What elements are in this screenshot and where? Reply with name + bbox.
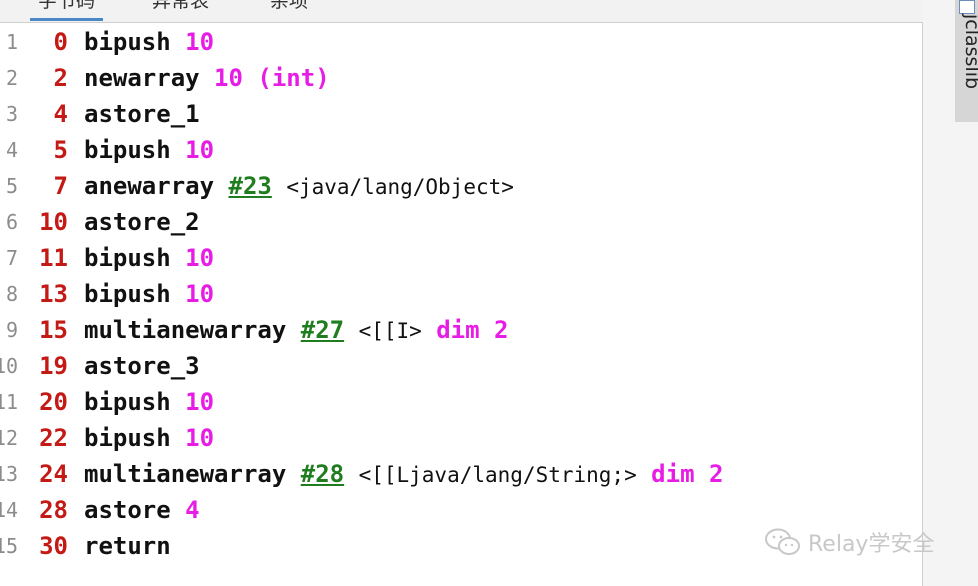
operand-value: 10 [185,136,215,164]
line-number: 8 [5,282,18,306]
bytecode-offset: 15 [39,316,68,344]
watermark-text: Relay学安全 [808,532,935,557]
opcode: bipush [84,28,171,56]
opcode: astore_3 [84,352,200,380]
bytecode-offset: 22 [39,424,68,452]
bytecode-offset: 28 [39,496,68,524]
type-comment: <[[Ljava/lang/String;> [358,463,637,487]
line-number: 6 [5,210,18,234]
opcode: return [84,532,171,560]
line-number: 9 [5,318,18,342]
watermark: Relay学安全 [764,525,934,559]
bytecode-offset: 10 [39,208,68,236]
line-number: 10 [0,354,19,378]
instruction: bipush 10 [84,240,214,276]
bytecode-offset: 4 [53,100,68,128]
instruction: anewarray #23 <java/lang/Object> [84,168,514,205]
jclasslib-icon [959,0,975,14]
opcode: anewarray [84,172,215,200]
line-number: 1 [5,30,18,54]
operand-value: dim 2 [651,460,724,488]
opcode: bipush [84,424,171,452]
bytecode-offset: 0 [53,28,68,56]
type-comment: <java/lang/Object> [286,175,514,199]
bytecode-offset: 30 [39,532,68,560]
line-number: 2 [5,66,18,90]
opcode: bipush [84,280,171,308]
bytecode-offset: 11 [39,244,68,272]
line-number: 3 [5,102,18,126]
tab-exception-table[interactable]: 异常表 [152,0,209,18]
instruction: astore_3 [84,348,200,384]
instruction: multianewarray #27 <[[I> dim 2 [84,312,508,349]
line-number: 5 [5,174,18,198]
bytecode-offset: 20 [39,388,68,416]
opcode: bipush [84,136,171,164]
instruction: bipush 10 [84,132,214,168]
operand-value: 10 [185,424,215,452]
opcode: astore_1 [84,100,200,128]
opcode: bipush [84,388,171,416]
constant-pool-ref-link[interactable]: #28 [301,460,344,488]
instruction: multianewarray #28 <[[Ljava/lang/String;… [84,456,723,493]
right-tool-strip: jclasslib [923,0,978,586]
bytecode-offset: 13 [39,280,68,308]
bytecode-offset: 5 [53,136,68,164]
operand-value: 10 [185,280,215,308]
opcode: astore [84,496,171,524]
tab-misc[interactable]: 杂项 [270,0,308,18]
instruction: bipush 10 [84,384,214,420]
opcode: multianewarray [84,460,287,488]
type-comment: <[[I> [358,319,422,343]
jclasslib-tab-label: jclasslib [961,14,978,90]
line-number: 13 [0,462,19,486]
opcode: bipush [84,244,171,272]
operand-value: 10 [185,244,215,272]
instruction: astore_1 [84,96,200,132]
operand-value: 10 [185,388,215,416]
operand-value: 4 [185,496,200,524]
line-number: 7 [5,246,18,270]
line-number: 14 [0,498,19,522]
opcode: astore_2 [84,208,200,236]
instruction: bipush 10 [84,24,214,60]
operand-value: 10 [185,28,215,56]
instruction: newarray 10 (int) [84,60,330,96]
line-number: 11 [0,390,19,414]
bytecode-offset: 24 [39,460,68,488]
instruction: astore 4 [84,492,200,528]
operand-value: dim 2 [436,316,509,344]
wechat-icon [765,528,800,555]
tab-bytecode[interactable]: 字节码 [30,0,104,21]
instruction: astore_2 [84,204,200,240]
bytecode-editor[interactable]: 1 0 bipush 10 2 2 newarray 10 (int) 3 4 astore_1… [0,23,923,586]
bytecode-offset: 7 [53,172,68,200]
opcode: multianewarray [84,316,287,344]
line-number: 15 [0,534,19,558]
line-number: 12 [0,426,19,450]
editor-tab-strip: 字节码 异常表 杂项 [0,0,950,23]
opcode: newarray [84,64,200,92]
bytecode-offset: 19 [39,352,68,380]
constant-pool-ref-link[interactable]: #27 [301,316,344,344]
instruction: return [84,528,171,564]
bytecode-offset: 2 [53,64,68,92]
instruction: bipush 10 [84,420,214,456]
operand-value: 10 (int) [214,64,330,92]
constant-pool-ref-link[interactable]: #23 [229,172,272,200]
line-number: 4 [5,138,18,162]
instruction: bipush 10 [84,276,214,312]
